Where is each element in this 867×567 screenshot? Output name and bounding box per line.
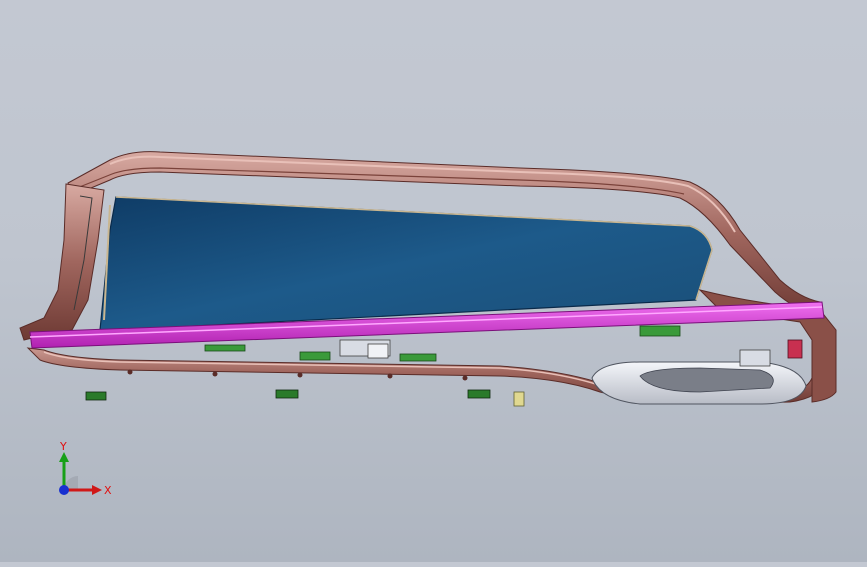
z-axis-dot [59, 485, 69, 495]
x-axis-label: X [104, 484, 112, 497]
door-handle[interactable] [591, 339, 807, 405]
x-axis-arrow [92, 485, 102, 495]
y-axis-label: Y [59, 440, 67, 453]
lower-clips[interactable] [85, 389, 525, 407]
door-frame-model[interactable] [0, 0, 867, 562]
y-axis-arrow [59, 452, 69, 462]
left-pillar[interactable] [19, 183, 105, 341]
coordinate-triad: Y X [59, 440, 112, 497]
cad-viewport[interactable]: Y X [0, 0, 867, 562]
